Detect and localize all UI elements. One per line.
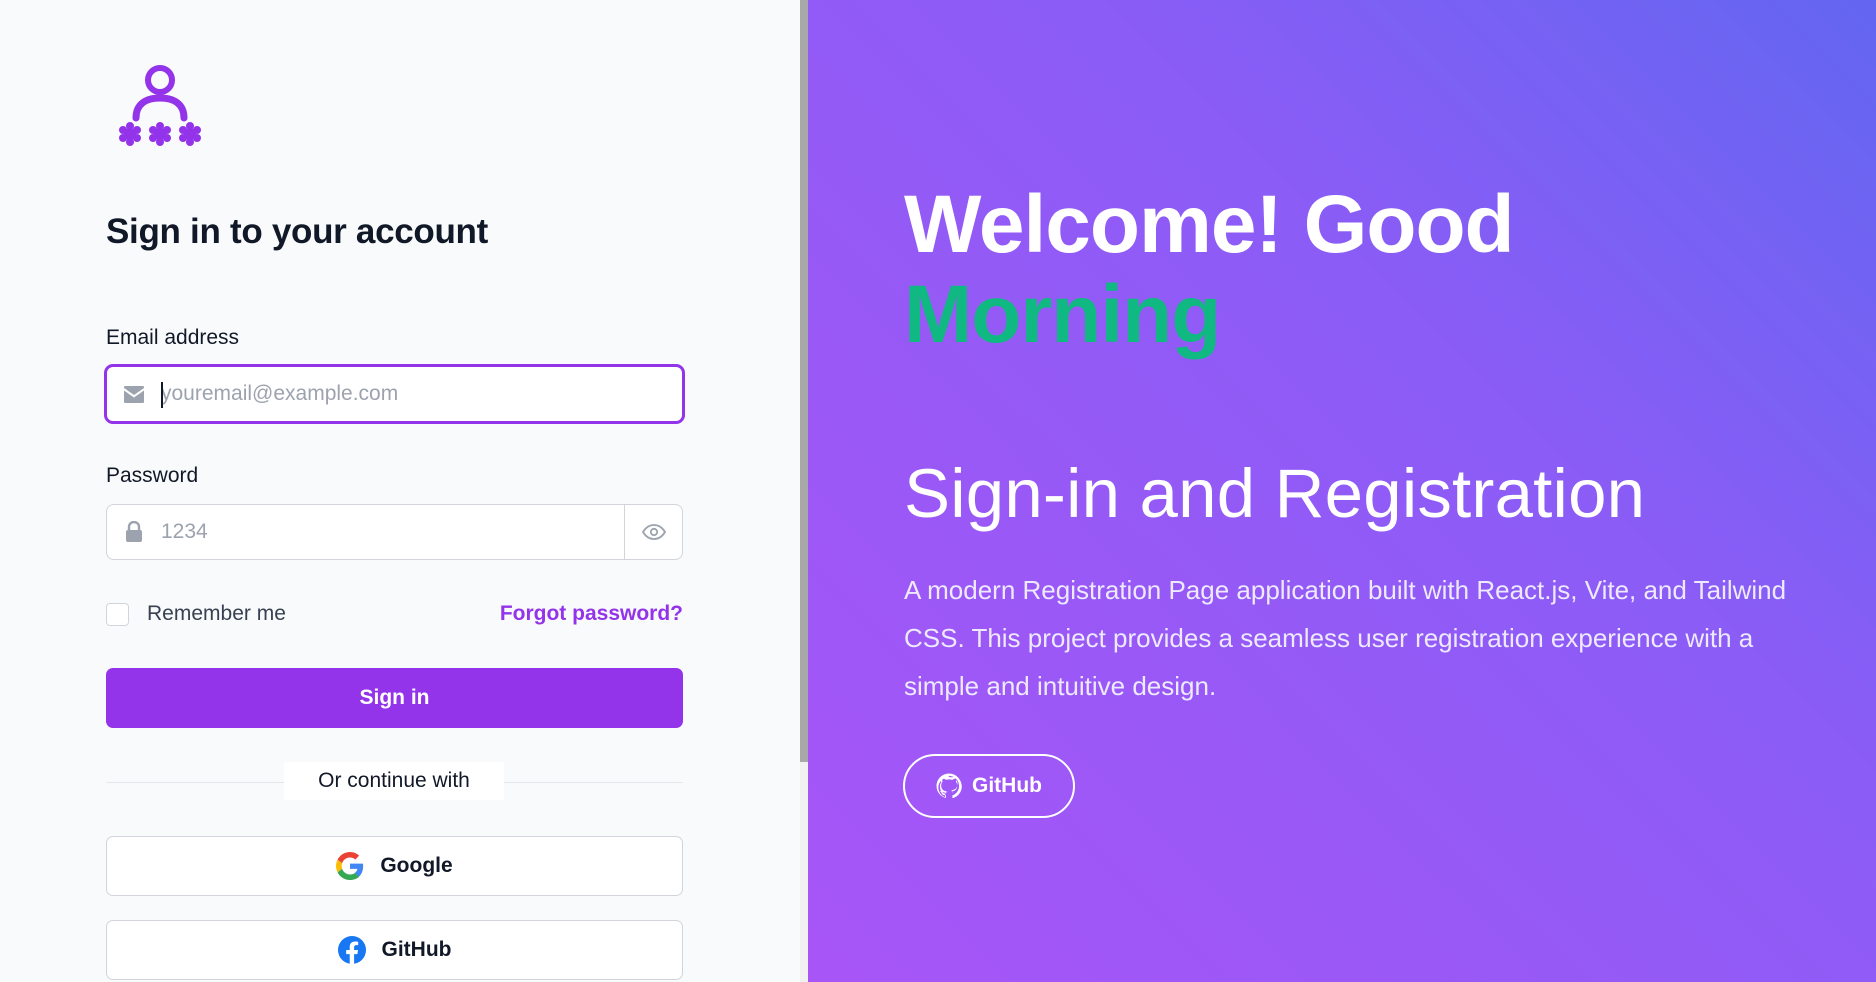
page-title: Sign in to your account bbox=[106, 212, 488, 251]
divider-text: Or continue with bbox=[284, 762, 504, 800]
hero-description: A modern Registration Page application b… bbox=[904, 575, 1787, 701]
scrollbar-track[interactable] bbox=[800, 0, 808, 982]
email-label: Email address bbox=[106, 326, 240, 349]
github-signin-button[interactable]: GitHub bbox=[106, 920, 683, 980]
welcome-text: Welcome! Good bbox=[904, 179, 1515, 270]
signin-panel: Sign in to your account Email address Pa… bbox=[0, 0, 808, 982]
eye-icon bbox=[641, 524, 666, 540]
user-password-icon bbox=[119, 65, 201, 146]
password-field[interactable] bbox=[106, 504, 683, 560]
facebook-icon bbox=[337, 936, 366, 964]
github-icon bbox=[936, 773, 962, 799]
welcome-heading: Welcome! Good Morning bbox=[904, 179, 1515, 360]
github-repo-label: GitHub bbox=[972, 774, 1042, 797]
google-signin-button[interactable]: Google bbox=[106, 836, 683, 896]
remember-me-label[interactable]: Remember me bbox=[147, 602, 286, 626]
email-input[interactable] bbox=[161, 367, 682, 421]
greeting-time: Morning bbox=[904, 269, 1221, 360]
scrollbar-thumb[interactable] bbox=[800, 0, 808, 762]
email-field[interactable] bbox=[104, 364, 685, 424]
forgot-password-link[interactable]: Forgot password? bbox=[500, 602, 683, 626]
github-label: GitHub bbox=[381, 938, 452, 961]
envelope-icon bbox=[107, 367, 161, 421]
password-input[interactable] bbox=[161, 505, 624, 559]
toggle-password-visibility-button[interactable] bbox=[624, 505, 682, 559]
remember-me: Remember me bbox=[106, 602, 286, 626]
remember-me-checkbox[interactable] bbox=[106, 602, 129, 626]
text-cursor bbox=[161, 382, 163, 408]
google-icon bbox=[336, 852, 364, 880]
github-repo-button[interactable]: GitHub bbox=[903, 754, 1075, 818]
hero-panel: Welcome! Good Morning Sign-in and Regist… bbox=[808, 0, 1876, 982]
google-label: Google bbox=[380, 854, 453, 877]
hero-subtitle: Sign-in and Registration bbox=[904, 455, 1646, 532]
password-label: Password bbox=[106, 464, 199, 487]
lock-icon bbox=[107, 505, 161, 559]
sign-in-button[interactable]: Sign in bbox=[106, 668, 683, 728]
